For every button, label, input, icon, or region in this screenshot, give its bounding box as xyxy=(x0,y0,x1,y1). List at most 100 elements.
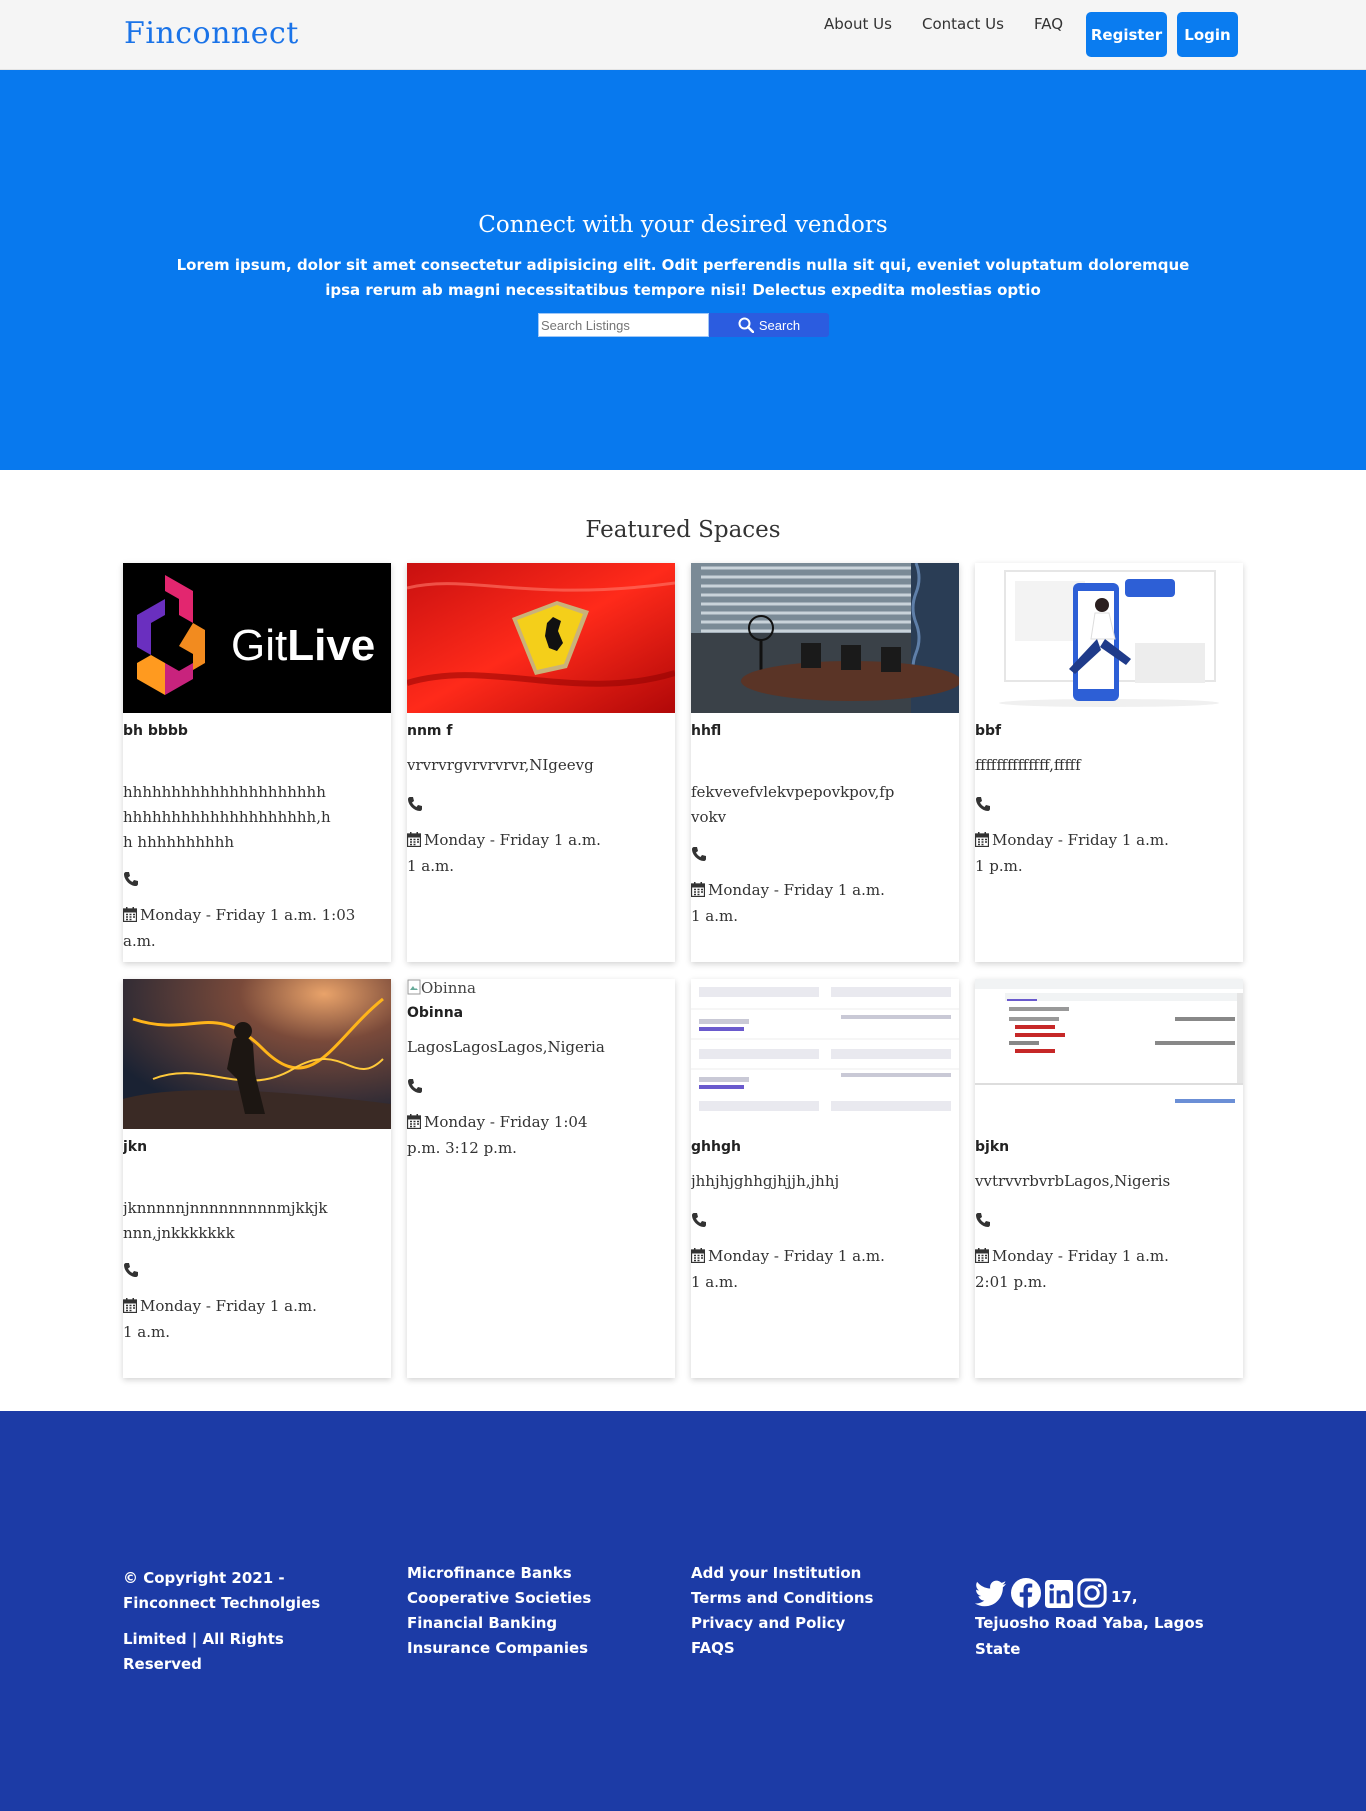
listing-hours-text: Monday - Friday 1:04 p.m. 3:12 p.m. xyxy=(407,1113,588,1157)
listing-hours-text: Monday - Friday 1 a.m. 1 a.m. xyxy=(691,1247,885,1291)
listing-hours-text: Monday - Friday 1 a.m. 2:01 p.m. xyxy=(975,1247,1169,1291)
footer-link-microfinance[interactable]: Microfinance Banks xyxy=(407,1561,591,1586)
footer-link-faqs[interactable]: FAQS xyxy=(691,1636,873,1661)
hero-section: Connect with your desired vendors Lorem … xyxy=(0,70,1366,470)
listing-hours-text: Monday - Friday 1 a.m. 1:03 a.m. xyxy=(123,906,356,950)
brand-logo[interactable]: Finconnect xyxy=(124,16,299,51)
nav-about-link[interactable]: About Us xyxy=(824,14,892,34)
listing-card[interactable]: ghhgh jhhjhjghhgjhjjh,jhhj Monday - Frid… xyxy=(691,979,959,1378)
phone-icon xyxy=(692,847,706,861)
linkedin-icon[interactable] xyxy=(1045,1580,1073,1608)
footer-links: Add your Institution Terms and Condition… xyxy=(691,1561,873,1661)
listing-image-sparks xyxy=(123,979,391,1129)
calendar-icon xyxy=(691,1248,705,1263)
listing-title[interactable]: bh bbbb xyxy=(123,723,188,739)
listing-address: LagosLagosLagos,Nigeria xyxy=(407,1038,605,1056)
listing-hours-text: Monday - Friday 1 a.m. 1 p.m. xyxy=(975,831,1169,875)
nav-contact-link[interactable]: Contact Us xyxy=(922,14,1004,34)
listing-hours: Monday - Friday 1 a.m. 1 a.m. xyxy=(691,1243,891,1295)
footer-contact: 17, Tejuosho Road Yaba, Lagos State xyxy=(975,1578,1215,1662)
phone-icon xyxy=(124,1263,138,1277)
broken-image-icon xyxy=(407,979,421,995)
listing-hours: Monday - Friday 1 a.m. 1 a.m. xyxy=(123,1293,323,1345)
listing-title[interactable]: ghhgh xyxy=(691,1139,741,1155)
listing-hours: Monday - Friday 1 a.m. 1 a.m. xyxy=(691,877,891,929)
footer-link-privacy[interactable]: Privacy and Policy xyxy=(691,1611,873,1636)
calendar-icon xyxy=(975,832,989,847)
twitter-icon[interactable] xyxy=(975,1580,1007,1608)
listing-image-phone-illustration xyxy=(975,563,1243,713)
footer: © Copyright 2021 - Finconnect Technolgie… xyxy=(0,1411,1366,1811)
facebook-icon[interactable] xyxy=(1011,1578,1041,1608)
listing-address: jknnnnnjnnnnnnnnnmjkkjk nnn,jnkkkkkkk xyxy=(123,1199,328,1242)
calendar-icon xyxy=(407,832,421,847)
footer-categories: Microfinance Banks Cooperative Societies… xyxy=(407,1561,591,1661)
calendar-icon xyxy=(123,907,137,922)
listing-image-devtools-screenshot xyxy=(975,979,1243,1129)
listing-card[interactable]: Obinna Obinna LagosLagosLagos,Nigeria Mo… xyxy=(407,979,675,1378)
register-button[interactable]: Register xyxy=(1086,12,1167,57)
calendar-icon xyxy=(691,882,705,897)
phone-icon xyxy=(976,797,990,811)
listing-title[interactable]: hhfl xyxy=(691,723,721,739)
listing-card[interactable]: jkn jknnnnnjnnnnnnnnnmjkkjk nnn,jnkkkkkk… xyxy=(123,979,391,1378)
listing-address: fekvevefvlekvpepovkpov,fp vokv xyxy=(691,783,895,826)
footer-link-terms[interactable]: Terms and Conditions xyxy=(691,1586,873,1611)
footer-link-financial-banking[interactable]: Financial Banking xyxy=(407,1611,591,1636)
calendar-icon xyxy=(407,1114,421,1129)
navbar: Finconnect About Us Contact Us FAQ Regis… xyxy=(0,0,1366,70)
phone-icon xyxy=(408,797,422,811)
listing-title[interactable]: bbf xyxy=(975,723,1001,739)
footer-link-insurance[interactable]: Insurance Companies xyxy=(407,1636,591,1661)
listing-image-office xyxy=(691,563,959,713)
listing-title[interactable]: nnm f xyxy=(407,723,453,739)
hero-description: Lorem ipsum, dolor sit amet consectetur … xyxy=(176,256,1190,299)
footer-copyright: © Copyright 2021 - Finconnect Technolgie… xyxy=(123,1566,363,1677)
search-input[interactable] xyxy=(538,313,709,337)
phone-icon xyxy=(976,1213,990,1227)
broken-image: Obinna xyxy=(407,979,476,997)
instagram-icon[interactable] xyxy=(1077,1578,1107,1608)
copyright-line-2: Limited | All Rights Reserved xyxy=(123,1630,284,1673)
search-button-label: Search xyxy=(758,317,801,333)
listing-card[interactable]: nnm f vrvrvrgvrvrvrvr,NIgeevg Monday - F… xyxy=(407,563,675,962)
calendar-icon xyxy=(975,1248,989,1263)
listing-hours-text: Monday - Friday 1 a.m. 1 a.m. xyxy=(691,881,885,925)
listing-title[interactable]: bjkn xyxy=(975,1139,1009,1155)
listing-hours-text: Monday - Friday 1 a.m. 1 a.m. xyxy=(123,1297,317,1341)
listing-hours: Monday - Friday 1 a.m. 1 a.m. xyxy=(407,827,607,879)
listing-image-form-screenshot xyxy=(691,979,959,1129)
listing-card[interactable]: bjkn vvtrvvrbvrbLagos,Nigeris Monday - F… xyxy=(975,979,1243,1378)
nav-faq-link[interactable]: FAQ xyxy=(1034,14,1063,34)
search-button[interactable]: Search xyxy=(709,313,829,337)
listing-address: hhhhhhhhhhhhhhhhhhhhh hhhhhhhhhhhhhhhhhh… xyxy=(123,783,331,851)
listing-title[interactable]: jkn xyxy=(123,1139,147,1155)
listing-image-gitlive: GitLive xyxy=(123,563,391,713)
listing-hours: Monday - Friday 1 a.m. 2:01 p.m. xyxy=(975,1243,1175,1295)
hero-title: Connect with your desired vendors xyxy=(478,212,888,238)
listing-address: vrvrvrgvrvrvrvr,NIgeevg xyxy=(407,756,594,774)
search-icon xyxy=(738,317,754,333)
listing-hours-text: Monday - Friday 1 a.m. 1 a.m. xyxy=(407,831,601,875)
footer-link-cooperative[interactable]: Cooperative Societies xyxy=(407,1586,591,1611)
phone-icon xyxy=(692,1213,706,1227)
listing-address: jhhjhjghhgjhjjh,jhhj xyxy=(691,1172,840,1190)
svg-text:GitLive: GitLive xyxy=(231,621,375,670)
footer-link-add-institution[interactable]: Add your Institution xyxy=(691,1561,873,1586)
listing-address: vvtrvvrbvrbLagos,Nigeris xyxy=(975,1172,1171,1190)
phone-icon xyxy=(124,872,138,886)
listing-card[interactable]: bbf ffffffffffffff,fffff Monday - Friday… xyxy=(975,563,1243,962)
listing-card[interactable]: hhfl fekvevefvlekvpepovkpov,fp vokv Mond… xyxy=(691,563,959,962)
listing-title[interactable]: Obinna xyxy=(407,1005,463,1021)
phone-icon xyxy=(408,1079,422,1093)
listing-address: ffffffffffffff,fffff xyxy=(975,756,1081,774)
login-button[interactable]: Login xyxy=(1177,12,1238,57)
calendar-icon xyxy=(123,1298,137,1313)
listing-card[interactable]: GitLive bh bbbb hhhhhhhhhhhhhhhhhhhhh hh… xyxy=(123,563,391,962)
copyright-line-1: © Copyright 2021 - Finconnect Technolgie… xyxy=(123,1569,321,1612)
listing-hours: Monday - Friday 1 a.m. 1:03 a.m. xyxy=(123,902,373,954)
broken-image-alt: Obinna xyxy=(421,979,476,997)
listing-image-ferrari xyxy=(407,563,675,713)
featured-title: Featured Spaces xyxy=(585,517,781,543)
listing-hours: Monday - Friday 1:04 p.m. 3:12 p.m. xyxy=(407,1109,607,1161)
